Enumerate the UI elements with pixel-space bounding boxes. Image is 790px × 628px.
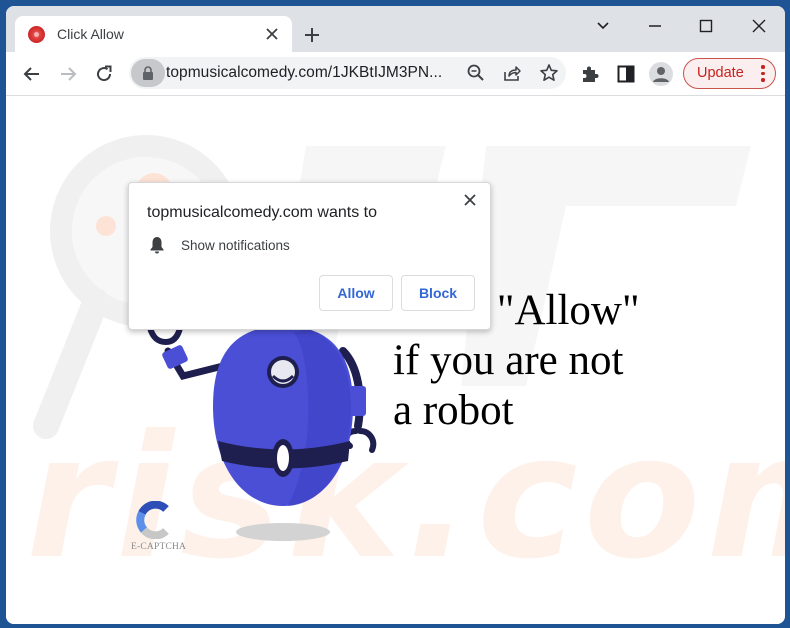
star-icon	[540, 64, 558, 81]
address-bar[interactable]: topmusicalcomedy.com/1JKBtIJM3PN...	[129, 57, 566, 89]
tab-click-allow[interactable]: Click Allow	[15, 16, 292, 52]
headline-line: if you are not	[393, 337, 624, 384]
chevron-down-icon	[597, 22, 609, 30]
reload-button[interactable]	[92, 62, 116, 86]
browser-window: Click Allow topmusicalcomedy.com/1JKBtIJ…	[6, 6, 785, 624]
headline-line: a robot	[393, 387, 514, 434]
reload-icon	[97, 65, 112, 82]
close-icon	[266, 28, 278, 40]
close-icon	[464, 194, 476, 206]
url-text[interactable]: topmusicalcomedy.com/1JKBtIJM3PN...	[166, 64, 442, 82]
back-button[interactable]	[20, 62, 44, 86]
page-content: risk.com	[6, 96, 785, 624]
share-button[interactable]	[502, 63, 522, 83]
puzzle-icon	[583, 66, 599, 82]
maximize-button[interactable]	[686, 12, 726, 42]
person-icon	[653, 67, 669, 82]
permission-text: Show notifications	[181, 238, 290, 253]
arrow-right-icon	[61, 67, 77, 81]
bookmark-button[interactable]	[539, 63, 559, 83]
profile-button[interactable]	[649, 62, 673, 86]
allow-button[interactable]: Allow	[319, 275, 393, 311]
zoom-out-icon	[467, 64, 484, 81]
side-panel-icon	[617, 65, 635, 83]
block-button[interactable]: Block	[401, 275, 475, 311]
kebab-icon	[761, 65, 765, 82]
site-info-button[interactable]	[131, 59, 165, 87]
side-panel-button[interactable]	[616, 64, 636, 84]
tab-strip: Click Allow	[6, 6, 785, 52]
update-label: Update	[697, 65, 744, 81]
new-tab-button[interactable]	[300, 23, 324, 47]
zoom-button[interactable]	[466, 63, 486, 83]
tab-title: Click Allow	[57, 26, 124, 42]
update-button[interactable]: Update	[683, 58, 776, 89]
maximize-icon	[699, 19, 713, 33]
red-disc-icon	[28, 25, 45, 43]
notification-permission-prompt: topmusicalcomedy.com wants to Show notif…	[128, 182, 491, 330]
lock-icon	[143, 66, 153, 80]
arrow-left-icon	[23, 67, 39, 81]
forward-button[interactable]	[56, 62, 80, 86]
close-tab-button[interactable]	[262, 24, 282, 44]
tab-search-button[interactable]	[583, 12, 623, 42]
minimize-icon	[649, 25, 661, 27]
prompt-close-button[interactable]	[460, 190, 480, 210]
captcha-label: E-CAPTCHA	[131, 542, 187, 552]
minimize-button[interactable]	[635, 12, 675, 42]
plus-icon	[305, 28, 319, 42]
prompt-title: topmusicalcomedy.com wants to	[147, 204, 378, 221]
close-window-button[interactable]	[739, 12, 779, 42]
share-icon	[504, 66, 521, 81]
bell-icon	[150, 237, 164, 254]
toolbar: topmusicalcomedy.com/1JKBtIJM3PN... Upda…	[6, 52, 785, 96]
close-icon	[752, 19, 766, 33]
captcha-logo-icon	[136, 501, 169, 539]
extensions-button[interactable]	[580, 64, 600, 84]
